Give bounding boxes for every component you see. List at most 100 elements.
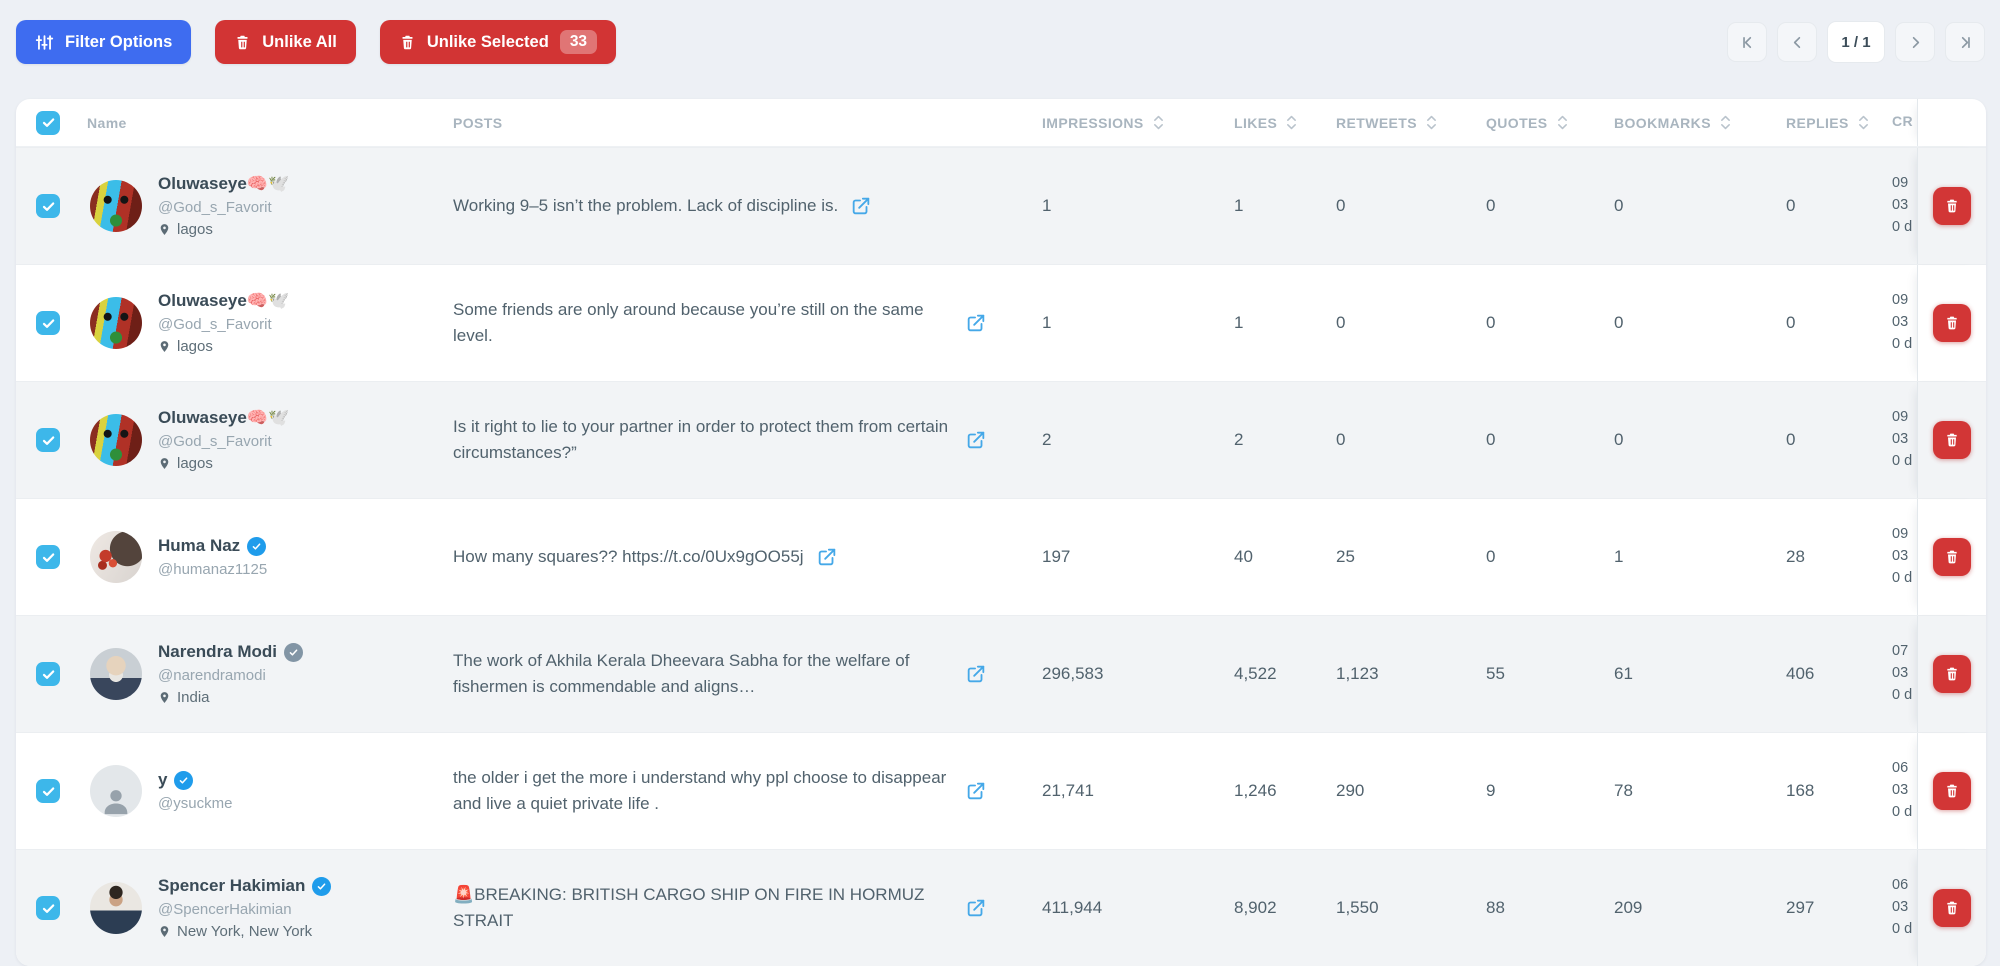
column-header-created[interactable]: CR [1880, 111, 1917, 134]
check-icon [42, 435, 54, 445]
location-pin-icon [160, 692, 169, 703]
external-link-icon[interactable] [965, 663, 987, 685]
actions-cell [1917, 265, 1986, 381]
location-pin-icon [160, 224, 169, 235]
external-link-icon[interactable] [965, 897, 987, 919]
user-meta: Oluwaseye🧠🕊️ @God_s_Favorit lagos [158, 408, 289, 472]
filter-options-label: Filter Options [65, 32, 173, 51]
sort-icon [1858, 115, 1868, 130]
created-at-value: 09 03 0 d [1892, 526, 1913, 586]
user-meta: Huma Naz @humanaz1125 [158, 536, 267, 578]
avatar [90, 882, 142, 934]
user-meta: y @ysuckme [158, 770, 232, 812]
avatar [90, 414, 142, 466]
row-checkbox[interactable] [36, 428, 60, 452]
column-header-impressions[interactable]: IMPRESSIONS [1026, 114, 1218, 131]
row-checkbox[interactable] [36, 545, 60, 569]
sort-icon [1153, 115, 1163, 130]
unlike-all-button[interactable]: Unlike All [215, 20, 356, 64]
column-header-posts: POSTS [453, 114, 503, 131]
retweets-value: 1,550 [1336, 898, 1379, 917]
unlike-row-button[interactable] [1933, 655, 1971, 693]
filter-options-button[interactable]: Filter Options [16, 20, 192, 64]
bookmarks-value: 0 [1614, 196, 1624, 215]
retweets-value: 1,123 [1336, 664, 1379, 683]
created-at-value: 09 03 0 d [1892, 292, 1913, 352]
column-header-actions [1917, 99, 1986, 146]
likes-value: 8,902 [1234, 898, 1277, 917]
column-header-retweets[interactable]: RETWEETS [1320, 114, 1470, 131]
quotes-value: 0 [1486, 313, 1496, 332]
post-text: How many squares?? https://t.co/0Ux9gOO5… [453, 546, 804, 566]
checkbox-cell [16, 896, 74, 920]
external-link-icon[interactable] [965, 429, 987, 451]
impressions-value: 411,944 [1042, 898, 1103, 917]
quotes-value: 88 [1486, 898, 1505, 917]
row-checkbox[interactable] [36, 779, 60, 803]
row-checkbox[interactable] [36, 194, 60, 218]
column-header-likes[interactable]: LIKES [1218, 114, 1320, 131]
unlike-row-button[interactable] [1933, 889, 1971, 927]
column-header-bookmarks[interactable]: BOOKMARKS [1598, 114, 1770, 131]
verified-badge-icon [174, 770, 194, 790]
location-text: India [177, 689, 210, 706]
user-meta: Oluwaseye🧠🕊️ @God_s_Favorit lagos [158, 174, 289, 238]
unlike-selected-button[interactable]: Unlike Selected 33 [379, 20, 617, 64]
column-header-replies[interactable]: REPLIES [1770, 114, 1880, 131]
user-location: lagos [158, 221, 289, 238]
avatar [90, 297, 142, 349]
last-page-button[interactable] [1945, 22, 1985, 62]
user-name: Narendra Modi [158, 642, 278, 661]
actions-cell [1917, 616, 1986, 732]
trash-icon [1947, 316, 1957, 330]
next-page-button[interactable] [1895, 22, 1935, 62]
bookmarks-value: 0 [1614, 313, 1624, 332]
actions-cell [1917, 733, 1986, 849]
column-header-quotes[interactable]: QUOTES [1470, 114, 1598, 131]
retweets-value: 290 [1336, 781, 1365, 800]
trash-icon [1947, 784, 1957, 798]
unlike-row-button[interactable] [1933, 772, 1971, 810]
external-link-icon[interactable] [850, 195, 872, 217]
external-link-icon[interactable] [965, 312, 987, 334]
row-checkbox[interactable] [36, 896, 60, 920]
avatar [90, 180, 142, 232]
user-location: India [158, 689, 303, 706]
first-page-button[interactable] [1727, 22, 1767, 62]
user-cell: Oluwaseye🧠🕊️ @God_s_Favorit lagos [74, 408, 439, 472]
replies-value: 0 [1786, 196, 1796, 215]
post-cell: Some friends are only around because you… [439, 297, 1026, 350]
select-all-checkbox[interactable] [36, 110, 60, 135]
last-page-icon [1961, 36, 1970, 48]
actions-cell [1917, 499, 1986, 615]
checkbox-cell [16, 662, 74, 686]
location-text: New York, New York [177, 923, 313, 940]
external-link-icon[interactable] [965, 780, 987, 802]
external-link-glyph [852, 197, 870, 215]
replies-value: 0 [1786, 430, 1796, 449]
unlike-row-button[interactable] [1933, 304, 1971, 342]
post-cell: 🚨BREAKING: BRITISH CARGO SHIP ON FIRE IN… [439, 882, 1026, 935]
user-name: Oluwaseye🧠🕊️ [158, 291, 290, 310]
post-cell: How many squares?? https://t.co/0Ux9gOO5… [439, 544, 1026, 570]
impressions-value: 1 [1042, 196, 1052, 215]
row-checkbox[interactable] [36, 662, 60, 686]
user-meta: Oluwaseye🧠🕊️ @God_s_Favorit lagos [158, 291, 289, 355]
avatar [90, 531, 142, 583]
unlike-row-button[interactable] [1933, 421, 1971, 459]
post-cell: the older i get the more i understand wh… [439, 765, 1026, 818]
checkbox-cell [16, 311, 74, 335]
default-avatar-icon [104, 790, 128, 815]
trash-icon [1947, 667, 1957, 681]
replies-value: 28 [1786, 547, 1805, 566]
previous-page-button[interactable] [1777, 22, 1817, 62]
unlike-row-button[interactable] [1933, 187, 1971, 225]
trash-icon [1947, 901, 1957, 915]
external-link-icon[interactable] [816, 546, 838, 568]
user-name: Huma Naz [158, 536, 241, 555]
user-cell: Huma Naz @humanaz1125 [74, 531, 439, 583]
check-icon [42, 118, 54, 127]
unlike-row-button[interactable] [1933, 538, 1971, 576]
row-checkbox[interactable] [36, 311, 60, 335]
retweets-value: 0 [1336, 196, 1346, 215]
